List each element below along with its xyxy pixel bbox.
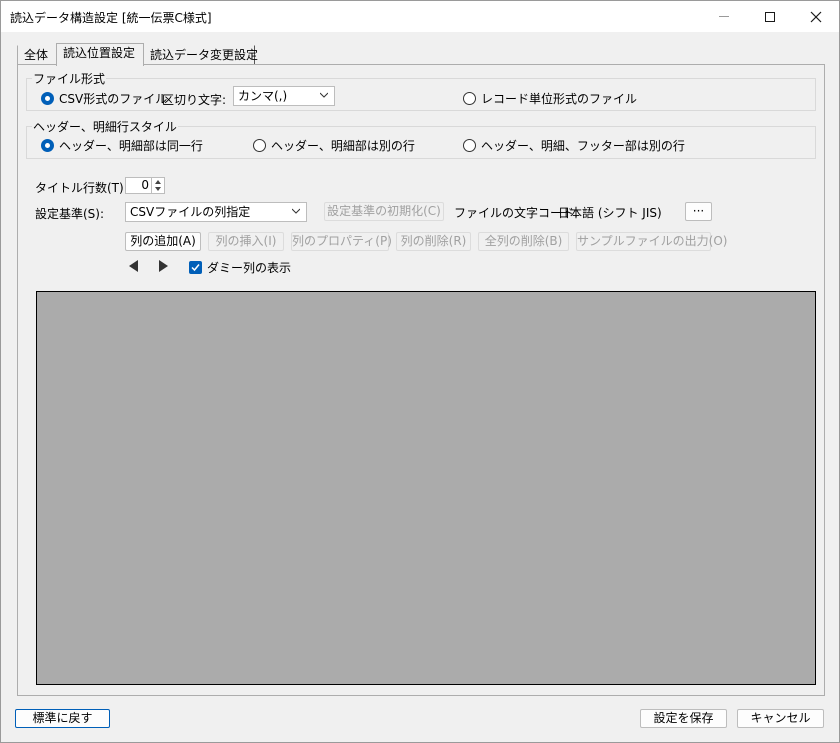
title-rows-label: タイトル行数(T): — [35, 181, 128, 195]
chevron-down-icon — [292, 208, 300, 214]
insert-column-button[interactable]: 列の挿入(I) — [208, 232, 284, 251]
previous-arrow-icon[interactable] — [127, 259, 141, 273]
column-layout-grid[interactable] — [36, 291, 816, 685]
dialog-window: 読込データ構造設定 [統一伝票C様式] 全体 読込位置設定 読込データ変更設定 … — [0, 0, 840, 743]
init-basis-button[interactable]: 設定基準の初期化(C) — [324, 202, 444, 221]
csv-format-label: CSV形式のファイル — [59, 92, 168, 106]
record-format-label: レコード単位形式のファイル — [481, 92, 638, 106]
header-same-row-label: ヘッダー、明細部は同一行 — [59, 139, 203, 153]
encoding-more-button[interactable]: ··· — [685, 202, 712, 221]
radio-unchecked-icon — [463, 139, 476, 152]
minimize-icon — [719, 16, 729, 17]
settings-basis-value: CSVファイルの列指定 — [130, 205, 251, 219]
tab-general[interactable]: 全体 — [17, 45, 57, 65]
maximize-button[interactable] — [747, 1, 793, 32]
header-footer-separate-label: ヘッダー、明細、フッター部は別の行 — [481, 139, 685, 153]
radio-unchecked-icon — [253, 139, 266, 152]
title-rows-value: 0 — [141, 178, 149, 192]
maximize-icon — [765, 11, 775, 22]
encoding-value: 日本語 (シフト JIS) — [558, 206, 662, 220]
settings-basis-label: 設定基準(S): — [35, 207, 105, 221]
window-title: 読込データ構造設定 [統一伝票C様式] — [10, 11, 212, 25]
csv-format-radio[interactable]: CSV形式のファイル — [41, 90, 167, 107]
add-column-button[interactable]: 列の追加(A) — [125, 232, 201, 251]
close-button[interactable] — [793, 1, 839, 32]
next-arrow-icon[interactable] — [156, 259, 170, 273]
record-format-radio[interactable]: レコード単位形式のファイル — [463, 90, 637, 107]
delimiter-value: カンマ(,) — [238, 89, 288, 103]
minimize-button[interactable] — [701, 1, 747, 32]
arrow-up-icon — [155, 180, 161, 184]
title-bar: 読込データ構造設定 [統一伝票C様式] — [1, 1, 839, 32]
save-settings-button[interactable]: 設定を保存 — [640, 709, 727, 728]
checkmark-icon — [189, 261, 202, 274]
close-icon — [810, 11, 822, 22]
cancel-button[interactable]: キャンセル — [737, 709, 824, 728]
header-separate-row-radio[interactable]: ヘッダー、明細部は別の行 — [253, 137, 415, 154]
delete-all-columns-button[interactable]: 全列の削除(B) — [478, 232, 569, 251]
dummy-columns-label: ダミー列の表示 — [207, 261, 292, 275]
tab-read-data-change[interactable]: 読込データ変更設定 — [143, 45, 258, 65]
header-style-title: ヘッダー、明細行スタイル — [32, 118, 178, 135]
column-properties-button[interactable]: 列のプロパティ(P) — [291, 232, 392, 251]
title-rows-stepper[interactable]: 0 — [125, 177, 165, 194]
header-same-row-radio[interactable]: ヘッダー、明細部は同一行 — [41, 137, 203, 154]
file-format-title: ファイル形式 — [32, 70, 107, 87]
arrow-down-icon — [155, 187, 161, 191]
sample-output-button[interactable]: サンプルファイルの出力(O) — [576, 232, 727, 251]
header-separate-row-label: ヘッダー、明細部は別の行 — [271, 139, 415, 153]
settings-basis-select[interactable]: CSVファイルの列指定 — [125, 202, 307, 222]
radio-checked-icon — [41, 92, 54, 105]
delimiter-label: 区切り文字: — [162, 93, 227, 107]
spin-buttons[interactable] — [151, 178, 164, 193]
delete-column-button[interactable]: 列の削除(R) — [396, 232, 471, 251]
chevron-down-icon — [320, 92, 328, 98]
dummy-columns-checkbox[interactable]: ダミー列の表示 — [189, 259, 291, 276]
reset-default-button[interactable]: 標準に戻す — [15, 709, 110, 728]
header-footer-separate-radio[interactable]: ヘッダー、明細、フッター部は別の行 — [463, 137, 685, 154]
radio-unchecked-icon — [463, 92, 476, 105]
tab-read-position[interactable]: 読込位置設定 — [56, 43, 144, 66]
radio-checked-icon — [41, 139, 54, 152]
delimiter-select[interactable]: カンマ(,) — [233, 86, 335, 106]
